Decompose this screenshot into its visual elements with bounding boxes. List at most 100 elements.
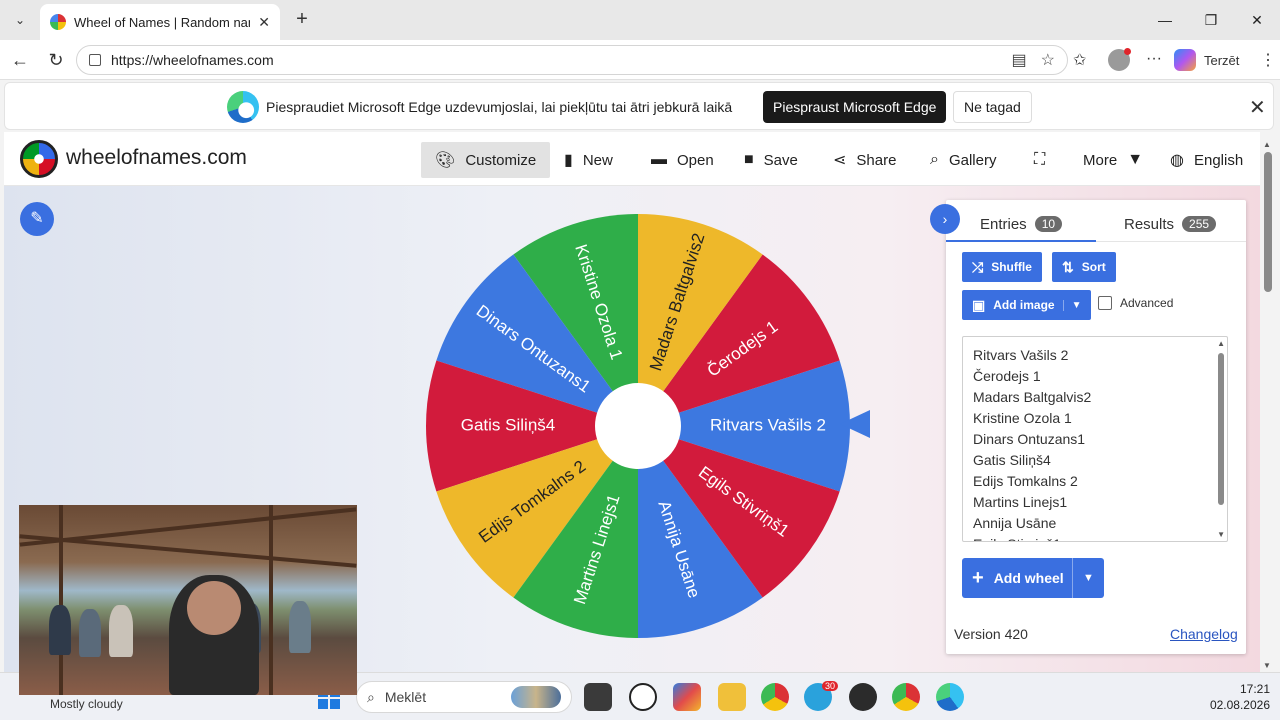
minimize-button[interactable]: — <box>1150 8 1180 32</box>
edit-pencil-icon[interactable]: ✎ <box>20 202 54 236</box>
entry-item[interactable]: Ritvars Vašils 2 <box>973 345 1217 366</box>
results-count-badge: 255 <box>1182 216 1217 232</box>
palette-icon: 🎨︎ <box>435 152 456 169</box>
chatgpt-icon[interactable] <box>629 683 657 711</box>
changelog-link[interactable]: Changelog <box>1170 626 1238 642</box>
add-image-button[interactable]: ▣ Add image ▼ <box>962 290 1092 320</box>
entry-item[interactable]: Annija Usāne <box>973 513 1217 534</box>
wheel-center-hub[interactable] <box>595 383 681 469</box>
browser-tab[interactable]: Wheel of Names | Random name p ✕ <box>40 4 280 40</box>
infobar-message: Piespraudiet Microsoft Edge uzdevumjosla… <box>266 99 733 115</box>
site-info-icon[interactable] <box>89 54 101 66</box>
maximize-button[interactable]: ❐ <box>1196 8 1226 32</box>
collapse-panel-icon[interactable]: › <box>930 204 960 234</box>
scroll-up-icon[interactable]: ▲ <box>1217 339 1225 348</box>
entry-item[interactable]: Dinars Ontuzans1 <box>973 429 1217 450</box>
favorite-star-icon[interactable]: ☆ <box>1041 50 1055 70</box>
wheel-pointer <box>840 410 870 438</box>
menu-more[interactable]: More ▼ <box>1069 142 1157 178</box>
site-logo-icon[interactable] <box>20 140 58 178</box>
scroll-down-icon[interactable]: ▼ <box>1263 661 1271 670</box>
copilot-label: Terzēt <box>1204 52 1240 68</box>
add-wheel-dropdown-icon[interactable]: ▼ <box>1072 558 1104 598</box>
audience-person <box>289 601 311 653</box>
menu-new[interactable]: ▮ New <box>550 142 627 178</box>
page-scrollbar[interactable]: ▲ ▼ <box>1262 140 1274 670</box>
windows-logo-quad <box>318 699 328 709</box>
tab-entries[interactable]: Entries 10 <box>980 208 1063 240</box>
version-text: Version 420 <box>954 626 1028 642</box>
shuffle-icon: ⤮ <box>972 258 984 275</box>
menu-share[interactable]: ⋖ Share <box>819 142 910 178</box>
chrome-icon[interactable] <box>761 683 789 711</box>
copilot-button[interactable]: Terzēt <box>1174 48 1239 72</box>
menu-customize[interactable]: 🎨︎ Customize <box>421 142 551 178</box>
site-name[interactable]: wheelofnames.com <box>66 146 247 170</box>
shuffle-button[interactable]: ⤮ Shuffle <box>962 252 1042 282</box>
entry-item[interactable]: Martins Linejs1 <box>973 492 1217 513</box>
taskbar-search[interactable]: ⌕ Meklēt <box>356 681 572 713</box>
entries-scrollbar[interactable] <box>1218 353 1224 505</box>
sort-button[interactable]: ⇅ Sort <box>1052 252 1116 282</box>
not-now-button[interactable]: Ne tagad <box>953 91 1032 123</box>
edge-icon[interactable] <box>936 683 964 711</box>
chrome-icon[interactable] <box>892 683 920 711</box>
add-wheel-button[interactable]: + Add wheel ▼ <box>962 558 1104 598</box>
file-icon: ▮ <box>564 152 573 169</box>
plus-icon: + <box>972 566 984 589</box>
reader-view-icon[interactable]: ▤ <box>1012 50 1027 70</box>
app-icon[interactable] <box>849 683 877 711</box>
scroll-up-icon[interactable]: ▲ <box>1263 140 1271 149</box>
scrollbar-thumb[interactable] <box>1264 152 1272 292</box>
edge-pin-infobar: Piespraudiet Microsoft Edge uzdevumjosla… <box>4 82 1274 130</box>
task-view-icon[interactable] <box>584 683 612 711</box>
menu-open[interactable]: ▬ Open <box>637 142 728 178</box>
clock-date: 02.08.2026 <box>1209 698 1270 712</box>
entry-item[interactable]: Gatis Siliņš4 <box>973 450 1217 471</box>
refresh-icon[interactable]: ↻ <box>44 48 68 72</box>
favorites-icon[interactable]: ✩ <box>1073 50 1086 70</box>
sidebar-more-icon[interactable]: ⋮ <box>1260 50 1276 70</box>
entry-item[interactable]: Edijs Tomkalns 2 <box>973 471 1217 492</box>
add-image-label: Add image <box>993 298 1055 312</box>
entries-panel: Entries 10 Results 255 ⤮ Shuffle ⇅ Sort … <box>946 200 1246 654</box>
menu-gallery[interactable]: ⌕ Gallery <box>916 142 1010 178</box>
wheel-segment-label: Ritvars Vašils 2 <box>710 415 826 434</box>
entry-item[interactable]: Kristine Ozola 1 <box>973 408 1217 429</box>
edge-logo-icon <box>227 91 259 123</box>
advanced-checkbox[interactable]: Advanced <box>1098 296 1173 310</box>
audience-person <box>49 605 71 655</box>
wheel[interactable]: Ritvars Vašils 2 Čerodejs 1 Madars Baltgal… <box>424 212 852 640</box>
active-tab-indicator <box>946 240 1096 242</box>
pin-edge-button[interactable]: Piespraust Microsoft Edge <box>763 91 947 123</box>
tab-results[interactable]: Results 255 <box>1124 208 1217 240</box>
menu-fullscreen[interactable]: ⛶ <box>1020 142 1059 178</box>
system-clock[interactable]: 17:21 02.08.2026 <box>1200 681 1270 713</box>
back-icon[interactable]: ← <box>8 48 32 72</box>
entries-textarea[interactable]: Ritvars Vašils 2 Čerodejs 1 Madars Baltgal… <box>962 336 1228 542</box>
menu-save[interactable]: ■ Save <box>730 142 812 178</box>
url-text: https://wheelofnames.com <box>111 52 274 68</box>
store-icon[interactable] <box>673 683 701 711</box>
tab-close-icon[interactable]: ✕ <box>258 14 270 31</box>
more-options-icon[interactable]: ··· <box>1146 50 1162 68</box>
windows-logo-quad <box>330 699 340 709</box>
tab-list-chevron-icon[interactable]: ⌄ <box>8 8 32 32</box>
copilot-icon <box>1174 49 1196 71</box>
url-input[interactable]: https://wheelofnames.com ▤ ☆ <box>76 45 1068 75</box>
menu-label: English <box>1193 151 1244 169</box>
weather-widget[interactable]: Mostly cloudy <box>50 697 123 711</box>
entry-item[interactable]: Čerodejs 1 <box>973 366 1217 387</box>
window-close-button[interactable]: ✕ <box>1242 8 1272 32</box>
new-tab-button[interactable]: + <box>290 8 314 32</box>
checkbox-box[interactable] <box>1098 296 1112 310</box>
infobar-close-icon[interactable]: ✕ <box>1249 95 1266 120</box>
caret-down-icon[interactable]: ▼ <box>1062 299 1081 311</box>
menu-language[interactable]: ◍ English <box>1156 142 1257 178</box>
entry-item[interactable]: Egils Stivriņš1 <box>973 534 1217 541</box>
file-explorer-icon[interactable] <box>718 683 746 711</box>
profile-notification-dot <box>1124 48 1131 55</box>
wheel-svg[interactable]: Ritvars Vašils 2Čerodejs 1Madars Baltgal… <box>424 212 852 640</box>
scroll-down-icon[interactable]: ▼ <box>1217 530 1225 539</box>
entry-item[interactable]: Madars Baltgalvis2 <box>973 387 1217 408</box>
